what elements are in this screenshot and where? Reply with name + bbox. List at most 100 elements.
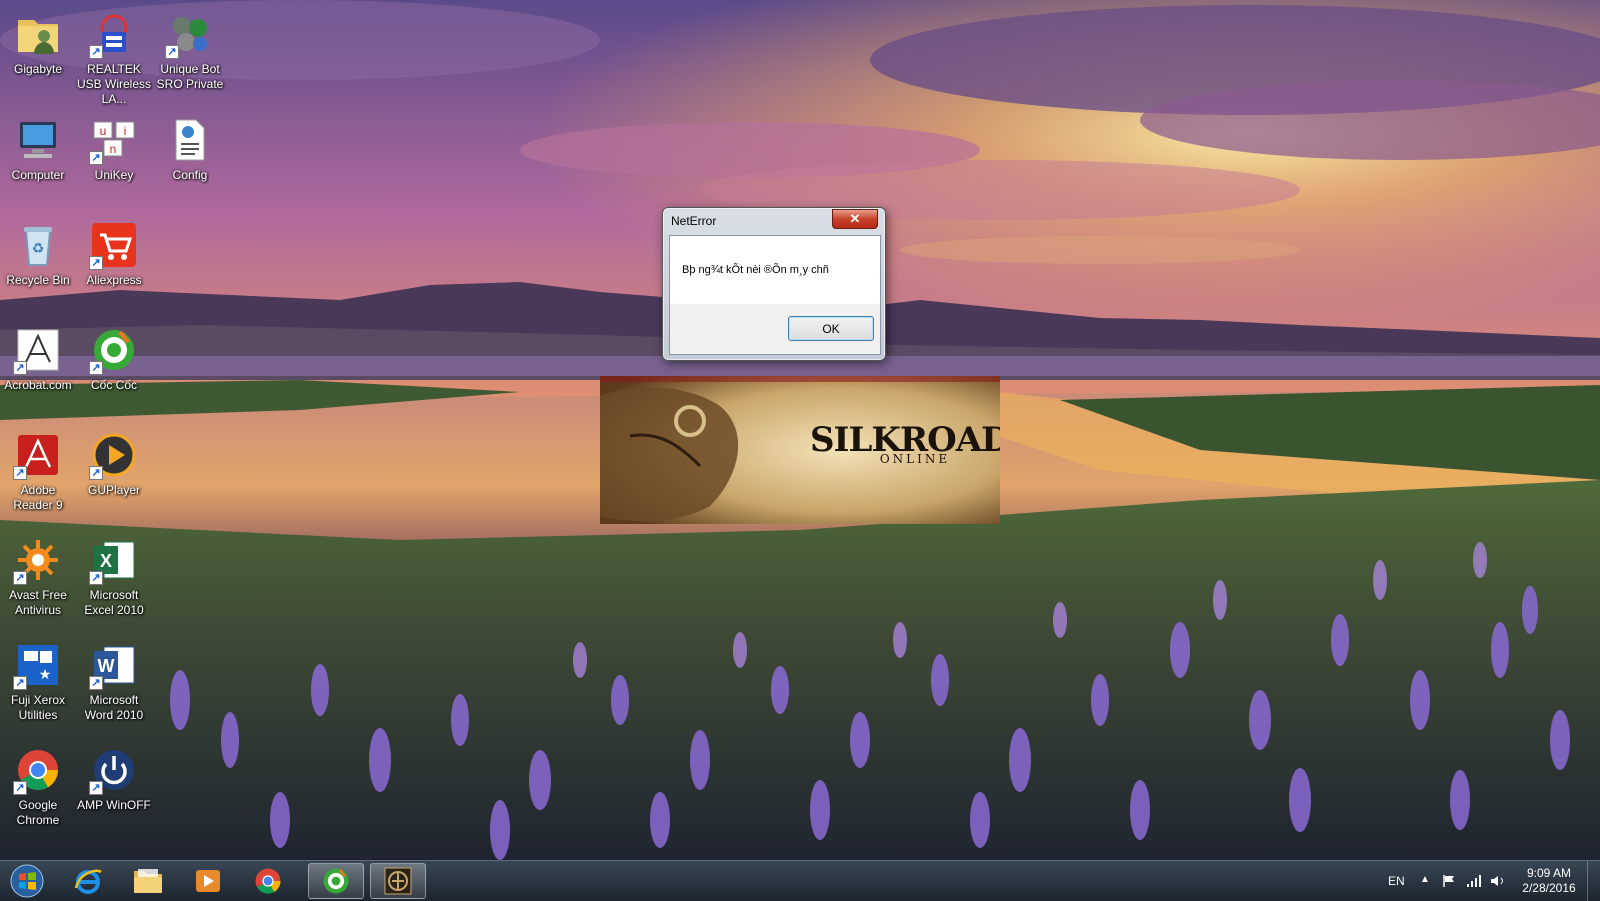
- media-player-icon: [196, 870, 220, 892]
- printer-utilities-icon: ★ ↗: [13, 641, 62, 690]
- bot-gears-icon: ↗: [165, 10, 214, 59]
- desktop-icon-label: Unique Bot SRO Private: [156, 62, 224, 91]
- desktop-icon-label: Fuji Xerox Utilities: [10, 693, 66, 722]
- close-icon: ✕: [849, 211, 861, 226]
- clock-time: 9:09 AM: [1526, 866, 1572, 880]
- desktop-icon-realtek[interactable]: ↗ REALTEK USB Wireless LA...: [76, 4, 152, 106]
- language-label: EN: [1388, 874, 1405, 888]
- svg-text:W: W: [98, 656, 115, 676]
- dialog-message-area: Bþ ng¾t kÕt nèi ®Õn m¸y chñ: [670, 236, 880, 304]
- svg-text:X: X: [100, 551, 112, 571]
- action-center-flag-icon[interactable]: [1442, 861, 1458, 901]
- shortcut-arrow-icon: ↗: [89, 781, 103, 795]
- desktop-icon-word[interactable]: W ↗ Microsoft Word 2010: [76, 635, 152, 735]
- desktop-icon-config[interactable]: Config: [152, 110, 228, 210]
- desktop-icon-label: Config: [172, 168, 208, 182]
- word-icon: W ↗: [89, 641, 138, 690]
- network-signal-icon[interactable]: [1466, 861, 1484, 901]
- neterror-dialog: NetError ✕ Bþ ng¾t kÕt nèi ®Õn m¸y chñ O…: [662, 207, 886, 361]
- show-desktop-button[interactable]: [1587, 861, 1600, 901]
- start-button[interactable]: [4, 863, 50, 899]
- desktop-icon-label: Google Chrome: [16, 798, 60, 827]
- desktop-icon-acrobat[interactable]: ↗ Acrobat.com: [0, 320, 76, 420]
- desktop-icon-label: Computer: [11, 168, 65, 182]
- desktop-icon-label: Aliexpress: [86, 273, 142, 287]
- folder-icon: [134, 869, 162, 893]
- chrome-icon: ↗: [13, 746, 62, 795]
- desktop-icon-label: UniKey: [94, 168, 134, 182]
- silkroad-logo: SILKROAD ONLINE: [810, 422, 1000, 466]
- desktop-icon-label: Cốc Cốc: [90, 378, 137, 392]
- shortcut-arrow-icon: ↗: [89, 571, 103, 585]
- desktop-icon-unikey[interactable]: u in ↗ UniKey: [76, 110, 152, 210]
- shortcut-arrow-icon: ↗: [13, 676, 27, 690]
- desktop-icon-adobe-reader[interactable]: ↗ Adobe Reader 9: [0, 425, 76, 525]
- desktop-icon-computer[interactable]: Computer: [0, 110, 76, 210]
- taskbar-coccoc[interactable]: [308, 863, 364, 899]
- desktop-icon-recycle-bin[interactable]: ♻ Recycle Bin: [0, 215, 76, 315]
- taskbar-media-player[interactable]: [180, 863, 236, 899]
- svg-text:i: i: [124, 124, 127, 138]
- dialog-title: NetError: [671, 214, 717, 228]
- desktop-icon-label: Gigabyte: [13, 62, 63, 76]
- silkroad-game-icon: [384, 867, 412, 895]
- recycle-bin-icon: ♻: [14, 221, 62, 269]
- dialog-client-area: Bþ ng¾t kÕt nèi ®Õn m¸y chñ OK: [669, 235, 881, 355]
- desktop-icon-label: Microsoft Excel 2010: [84, 588, 144, 617]
- shortcut-arrow-icon: ↗: [89, 45, 103, 59]
- desktop-icon-excel[interactable]: X ↗ Microsoft Excel 2010: [76, 530, 152, 630]
- excel-icon: X ↗: [89, 536, 138, 585]
- shortcut-arrow-icon: ↗: [89, 676, 103, 690]
- coccoc-browser-icon: ↗: [89, 326, 138, 375]
- shortcut-arrow-icon: ↗: [89, 256, 103, 270]
- avast-icon: ↗: [13, 536, 62, 585]
- desktop-icon-label: REALTEK USB Wireless LA...: [76, 62, 151, 106]
- desktop-icon-aliexpress[interactable]: ↗ Aliexpress: [76, 215, 152, 315]
- taskbar: EN ▲ 9:09 AM 2/28/2016: [0, 860, 1600, 901]
- chrome-icon: [255, 868, 281, 894]
- shortcut-arrow-icon: ↗: [13, 571, 27, 585]
- taskbar-file-explorer[interactable]: [120, 863, 176, 899]
- show-hidden-icons-button[interactable]: ▲: [1420, 861, 1434, 901]
- desktop-icon-label: Adobe Reader 9: [13, 483, 63, 512]
- desktop-icon-avast[interactable]: ↗ Avast Free Antivirus: [0, 530, 76, 630]
- system-clock[interactable]: 9:09 AM 2/28/2016: [1510, 866, 1588, 896]
- shortcut-arrow-icon: ↗: [13, 361, 27, 375]
- desktop-icon-gigabyte[interactable]: Gigabyte: [0, 4, 76, 104]
- shortcut-arrow-icon: ↗: [13, 781, 27, 795]
- desktop-icon-label: GUPlayer: [87, 483, 140, 497]
- svg-text:u: u: [100, 124, 107, 138]
- dialog-close-button[interactable]: ✕: [832, 209, 878, 229]
- desktop-icon-amp-winoff[interactable]: ↗ AMP WinOFF: [76, 740, 152, 840]
- desktop-icon-label: Microsoft Word 2010: [84, 693, 144, 722]
- ok-button[interactable]: OK: [788, 316, 874, 341]
- desktop-icon-coccoc[interactable]: ↗ Cốc Cốc: [76, 320, 152, 420]
- desktop-icon-label: Avast Free Antivirus: [9, 588, 67, 617]
- svg-text:n: n: [110, 142, 117, 156]
- shortcut-arrow-icon: ↗: [165, 45, 179, 59]
- network-utility-icon: ↗: [89, 10, 138, 59]
- taskbar-internet-explorer[interactable]: [60, 863, 116, 899]
- svg-text:★: ★: [39, 666, 52, 682]
- desktop-icon-unique-bot[interactable]: ↗ Unique Bot SRO Private: [152, 4, 228, 104]
- chevron-up-icon: ▲: [1420, 874, 1430, 885]
- shortcut-arrow-icon: ↗: [89, 466, 103, 480]
- shortcut-arrow-icon: ↗: [89, 151, 103, 165]
- shopping-cart-icon: ↗: [89, 221, 138, 270]
- unikey-icon: u in ↗: [89, 116, 138, 165]
- taskbar-silkroad[interactable]: [370, 863, 426, 899]
- desktop-icon-label: AMP WinOFF: [77, 798, 151, 812]
- acrobat-icon: ↗: [13, 326, 62, 375]
- volume-icon[interactable]: [1490, 861, 1508, 901]
- desktop-icon-google-chrome[interactable]: ↗ Google Chrome: [0, 740, 76, 840]
- desktop-icon-fuji-xerox[interactable]: ★ ↗ Fuji Xerox Utilities: [0, 635, 76, 735]
- desktop-icon-label: Acrobat.com: [4, 378, 72, 392]
- computer-icon: [14, 116, 62, 164]
- silkroad-splash-window: SILKROAD ONLINE: [600, 376, 1000, 524]
- coccoc-browser-icon: [323, 868, 349, 894]
- media-player-icon: ↗: [89, 431, 138, 480]
- language-indicator[interactable]: EN: [1388, 861, 1408, 901]
- desktop-icon-guplayer[interactable]: ↗ GUPlayer: [76, 425, 152, 525]
- taskbar-chrome[interactable]: [240, 863, 296, 899]
- shortcut-arrow-icon: ↗: [89, 361, 103, 375]
